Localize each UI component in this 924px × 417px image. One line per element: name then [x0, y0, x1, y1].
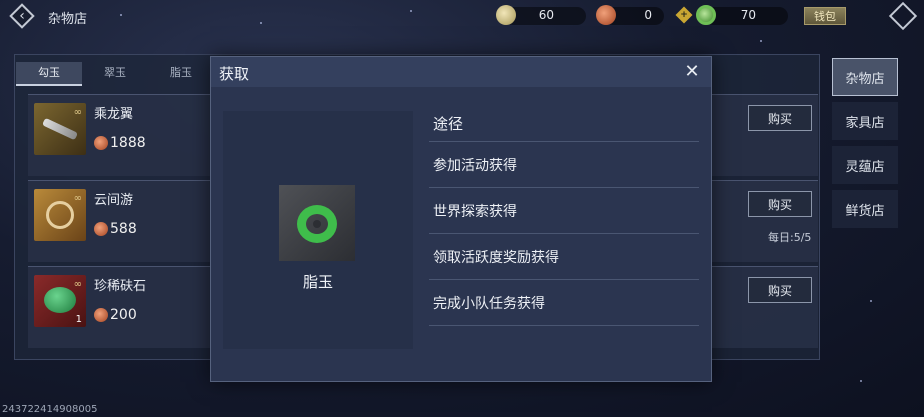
star — [870, 300, 872, 302]
route-item[interactable]: 完成小队任务获得 — [433, 293, 545, 313]
item-name: 云间游 — [94, 193, 134, 208]
acquire-dialog: 获取 ✕ 脂玉 途径 参加活动获得 世界探索获得 领取活跃度奖励获得 完成小队任… — [210, 56, 712, 382]
tab-cuiyu[interactable]: 翠玉 — [82, 62, 148, 86]
close-icon[interactable]: ✕ — [681, 61, 703, 83]
link-icon: ∞ — [73, 107, 82, 118]
currency-value: 60 — [538, 8, 554, 22]
side-tab-xianhuo[interactable]: 鲜货店 — [832, 190, 898, 228]
item-thumbnail[interactable]: ∞ 1 — [34, 275, 86, 327]
divider — [429, 233, 699, 234]
wing-icon — [41, 117, 79, 141]
green-jade-icon — [297, 205, 337, 243]
tab-gouyu[interactable]: 勾玉 — [16, 62, 82, 86]
dialog-header: 获取 ✕ — [211, 57, 711, 87]
item-thumbnail[interactable]: ∞ — [34, 103, 86, 155]
wallet-button[interactable]: 钱包 — [804, 7, 846, 25]
chevron-left-icon: ‹ — [19, 8, 25, 24]
user-id: 243722414908005 — [2, 404, 98, 415]
price-value: 588 — [110, 221, 137, 237]
daily-limit: 每日:5/5 — [768, 231, 812, 244]
green-jade-icon — [696, 5, 716, 25]
currency-value: 0 — [644, 8, 652, 22]
add-currency-icon[interactable]: + — [675, 6, 693, 24]
close-shop-button[interactable] — [886, 0, 920, 32]
side-tab-zawu[interactable]: 杂物店 — [832, 58, 898, 96]
item-name: 乘龙翼 — [94, 107, 134, 122]
item-name: 珍稀砆石 — [94, 279, 147, 294]
divider — [429, 325, 699, 326]
item-icon — [279, 185, 355, 261]
star — [760, 40, 762, 42]
link-icon: ∞ — [73, 279, 82, 290]
item-name: 脂玉 — [302, 273, 333, 291]
top-bar: ‹ 杂物店 60 0 + 70 钱包 — [0, 0, 924, 32]
dialog-title: 获取 — [219, 65, 250, 83]
buy-button[interactable]: 购买 — [748, 105, 812, 131]
route-header: 途径 — [433, 115, 464, 133]
item-price: 200 — [94, 307, 137, 323]
link-icon: ∞ — [73, 193, 82, 204]
jade-stone-icon — [44, 287, 76, 313]
copper-coin-icon — [94, 136, 108, 150]
side-tab-lingyun[interactable]: 灵蕴店 — [832, 146, 898, 184]
currency-value: 70 — [740, 8, 756, 22]
item-price: 1888 — [94, 135, 146, 151]
item-thumbnail[interactable]: ∞ — [34, 189, 86, 241]
divider — [429, 141, 699, 142]
back-button[interactable]: ‹ — [8, 2, 36, 30]
route-item[interactable]: 世界探索获得 — [433, 201, 517, 221]
price-value: 1888 — [110, 135, 146, 151]
route-item[interactable]: 领取活跃度奖励获得 — [433, 247, 559, 267]
pendant-icon — [46, 201, 74, 229]
buy-button[interactable]: 购买 — [748, 277, 812, 303]
buy-button[interactable]: 购买 — [748, 191, 812, 217]
item-preview: 脂玉 — [223, 111, 413, 349]
star — [860, 380, 862, 382]
item-price: 588 — [94, 221, 137, 237]
divider — [429, 279, 699, 280]
tab-zhiyu[interactable]: 脂玉 — [148, 62, 214, 86]
divider — [429, 187, 699, 188]
item-count: 1 — [75, 314, 82, 325]
side-tab-jiaju[interactable]: 家具店 — [832, 102, 898, 140]
copper-coin-icon — [94, 308, 108, 322]
price-value: 200 — [110, 307, 137, 323]
diamond-icon — [888, 1, 918, 31]
copper-coin-icon — [596, 5, 616, 25]
page-title: 杂物店 — [48, 12, 88, 27]
category-tabs: 勾玉 翠玉 脂玉 — [16, 62, 214, 86]
jade-coin-icon — [496, 5, 516, 25]
copper-coin-icon — [94, 222, 108, 236]
route-item[interactable]: 参加活动获得 — [433, 155, 517, 175]
